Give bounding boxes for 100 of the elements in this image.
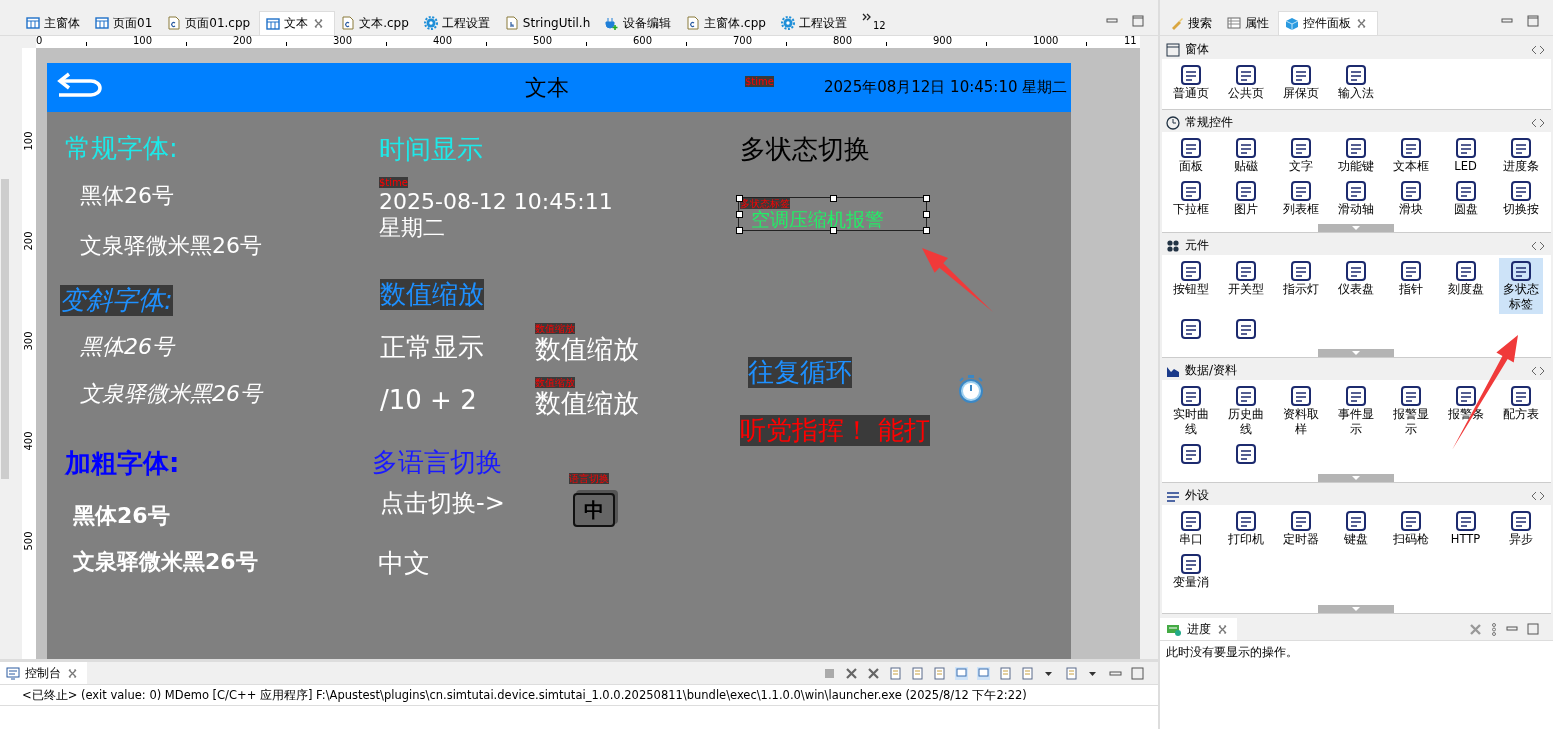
pin-icon[interactable] [999, 666, 1012, 680]
collapse-icon[interactable] [1531, 490, 1545, 501]
editor-tab[interactable]: 页面01 [89, 11, 162, 35]
palette-item[interactable]: 滑动轴 [1333, 178, 1378, 219]
palette-item[interactable]: 功能键 [1333, 135, 1378, 176]
editor-tab[interactable]: 工程设置 [774, 11, 856, 35]
scroll-more-handle[interactable] [1318, 474, 1394, 482]
document-icon[interactable] [933, 666, 946, 680]
back-arrow-icon[interactable] [57, 72, 103, 98]
close-icon[interactable] [867, 666, 880, 680]
palette-item[interactable]: 定时器 [1278, 508, 1323, 549]
resize-handle[interactable] [736, 211, 743, 218]
chevron-icon[interactable] [861, 13, 872, 21]
resize-handle[interactable] [923, 195, 930, 202]
palette-item[interactable]: 开关型 [1223, 258, 1268, 314]
palette-item[interactable]: 串口 [1168, 508, 1213, 549]
console-tab[interactable]: 控制台 [0, 662, 87, 684]
palette-item[interactable]: 圆盘 [1443, 178, 1488, 219]
editor-tab[interactable]: StringUtil.h [498, 11, 600, 35]
window-icon[interactable] [1065, 666, 1078, 680]
palette-item[interactable]: 列表框 [1278, 178, 1323, 219]
close-icon[interactable] [66, 666, 79, 680]
palette-section-header[interactable]: 外设 [1162, 486, 1551, 505]
document-icon[interactable] [911, 666, 924, 680]
palette-item[interactable]: 变量消 [1168, 551, 1213, 592]
palette-section-header[interactable]: 数据/资料 [1162, 361, 1551, 380]
editor-tab[interactable]: 主窗体 [20, 11, 89, 35]
monitor-icon[interactable] [977, 666, 990, 680]
palette-item[interactable]: 扫码枪 [1388, 508, 1433, 549]
collapse-icon[interactable] [1531, 117, 1545, 128]
resize-handle[interactable] [736, 227, 743, 234]
palette-section-header[interactable]: 窗体 [1162, 40, 1551, 59]
palette-item[interactable]: 多状态标签 [1498, 258, 1543, 314]
more-icon[interactable] [1491, 622, 1497, 636]
resize-handle[interactable] [829, 227, 837, 234]
editor-tab[interactable]: 文本 [259, 11, 336, 35]
resize-handle[interactable] [923, 227, 930, 234]
collapse-icon[interactable] [1531, 365, 1545, 376]
panel-tab[interactable]: 属性 [1221, 11, 1278, 35]
palette-item[interactable]: 文字 [1278, 135, 1323, 176]
editor-tab[interactable]: 文本.cpp [335, 11, 418, 35]
maximize-icon[interactable] [1132, 15, 1144, 27]
palette-item[interactable]: 按钮型 [1168, 258, 1213, 314]
palette-item[interactable]: 指示灯 [1278, 258, 1323, 314]
close-icon[interactable] [845, 666, 858, 680]
palette-item[interactable]: 报警显示 [1388, 383, 1433, 439]
scroll-more-handle[interactable] [1318, 605, 1394, 613]
maximize-icon[interactable] [1527, 15, 1539, 27]
scroll-more-handle[interactable] [1318, 349, 1394, 357]
editor-tab[interactable]: 工程设置 [417, 11, 499, 35]
scroll-more-handle[interactable] [1318, 224, 1394, 232]
palette-section-header[interactable]: 常规控件 [1162, 113, 1551, 132]
palette-item[interactable]: 普通页 [1168, 62, 1213, 103]
palette-item[interactable]: 配方表 [1498, 383, 1543, 439]
widget-icon [1289, 137, 1312, 159]
editor-tab[interactable]: 页面01.cpp [161, 11, 260, 35]
palette-item[interactable]: 实时曲线 [1168, 383, 1213, 439]
editor-tab[interactable]: 设备编辑 [599, 11, 681, 35]
palette-item[interactable]: 输入法 [1333, 62, 1378, 103]
palette-item[interactable]: 资料取样 [1278, 383, 1323, 439]
panel-tab[interactable]: 搜索 [1164, 11, 1221, 35]
collapse-icon[interactable] [1531, 44, 1545, 55]
palette-item[interactable]: 键盘 [1333, 508, 1378, 549]
close-icon[interactable] [1355, 17, 1368, 30]
maximize-icon[interactable] [1527, 623, 1539, 635]
progress-tab[interactable]: 进度 [1160, 618, 1237, 640]
palette-item[interactable]: 公共页 [1223, 62, 1268, 103]
palette-item[interactable]: 刻度盘 [1443, 258, 1488, 314]
resize-handle[interactable] [923, 211, 930, 218]
palette-item[interactable]: 打印机 [1223, 508, 1268, 549]
monitor-icon[interactable] [955, 666, 968, 680]
palette-item[interactable]: 滑块 [1388, 178, 1433, 219]
palette-item[interactable]: 下拉框 [1168, 178, 1213, 219]
palette-item[interactable]: 图片 [1223, 178, 1268, 219]
maximize-icon[interactable] [1131, 666, 1144, 680]
palette-item[interactable]: 指针 [1388, 258, 1433, 314]
palette-item[interactable]: 进度条 [1498, 135, 1543, 176]
palette-item[interactable]: 文本框 [1388, 135, 1433, 176]
palette-section-header[interactable]: 元件 [1162, 236, 1551, 255]
palette-item[interactable]: HTTP [1443, 508, 1488, 549]
language-button[interactable]: 中 [573, 493, 615, 527]
resize-handle[interactable] [829, 195, 837, 202]
display-icon[interactable] [1021, 666, 1034, 680]
palette-item[interactable]: 事件显示 [1333, 383, 1378, 439]
palette-item[interactable]: 贴磁 [1223, 135, 1268, 176]
palette-item[interactable]: 切换按 [1498, 178, 1543, 219]
palette-item[interactable]: LED [1443, 135, 1488, 176]
palette-item[interactable]: 屏保页 [1278, 62, 1323, 103]
palette-item[interactable]: 面板 [1168, 135, 1213, 176]
remove-all-icon[interactable] [1469, 622, 1482, 636]
stopwatch-icon[interactable] [957, 374, 985, 404]
palette-item[interactable]: 异步 [1498, 508, 1543, 549]
editor-tab[interactable]: 主窗体.cpp [680, 11, 775, 35]
panel-tab[interactable]: 控件面板 [1278, 11, 1378, 35]
palette-item[interactable]: 历史曲线 [1223, 383, 1268, 439]
palette-item[interactable]: 仪表盘 [1333, 258, 1378, 314]
widget-icon [1399, 180, 1422, 202]
document-icon[interactable] [889, 666, 902, 680]
collapse-icon[interactable] [1531, 240, 1545, 251]
close-icon[interactable] [1216, 622, 1229, 636]
